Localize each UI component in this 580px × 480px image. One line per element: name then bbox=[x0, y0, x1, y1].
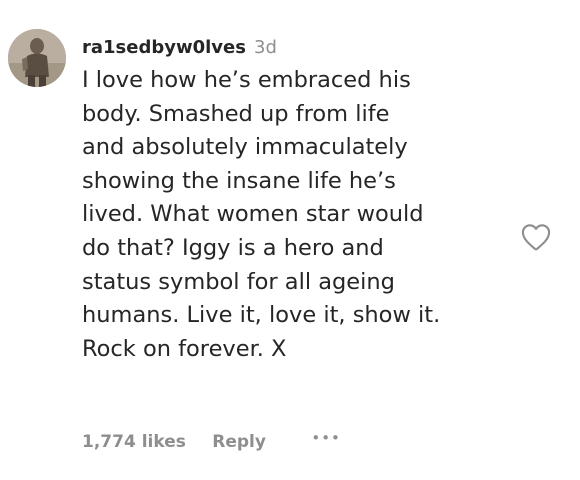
comment-text-line: humans. Live it, love it, show it. bbox=[82, 302, 441, 329]
comment-text-line: body. Smashed up from life bbox=[82, 100, 390, 127]
username-link[interactable]: ra1sedbyw0lves bbox=[82, 37, 246, 58]
more-options-icon[interactable]: ••• bbox=[311, 424, 341, 452]
likes-count-button[interactable]: 1,774 likes bbox=[82, 432, 186, 452]
comment: ra1sedbyw0lves 3d I love how he’s embrac… bbox=[0, 0, 580, 480]
avatar[interactable] bbox=[8, 29, 66, 87]
heart-outline-icon bbox=[521, 224, 551, 251]
comment-text-line: status symbol for all ageing bbox=[82, 268, 395, 295]
comment-text-line: and absolutely immaculately bbox=[82, 134, 408, 161]
comment-actions: 1,774 likes Reply ••• bbox=[82, 424, 341, 452]
comment-text-line: lived. What women star would bbox=[82, 201, 424, 228]
like-button[interactable] bbox=[520, 222, 552, 252]
comment-text-line: I love how he’s embraced his bbox=[82, 67, 411, 93]
comment-text-line: Rock on forever. X bbox=[82, 335, 287, 362]
comment-text-line: do that? Iggy is a hero and bbox=[82, 234, 384, 261]
reply-button[interactable]: Reply bbox=[212, 432, 266, 452]
comment-header: ra1sedbyw0lves 3d bbox=[82, 35, 277, 61]
comment-text: I love how he’s embraced his body. Smash… bbox=[82, 64, 502, 366]
comment-text-line: showing the insane life he’s bbox=[82, 167, 396, 194]
avatar-photo bbox=[8, 29, 66, 87]
timestamp[interactable]: 3d bbox=[254, 37, 277, 58]
